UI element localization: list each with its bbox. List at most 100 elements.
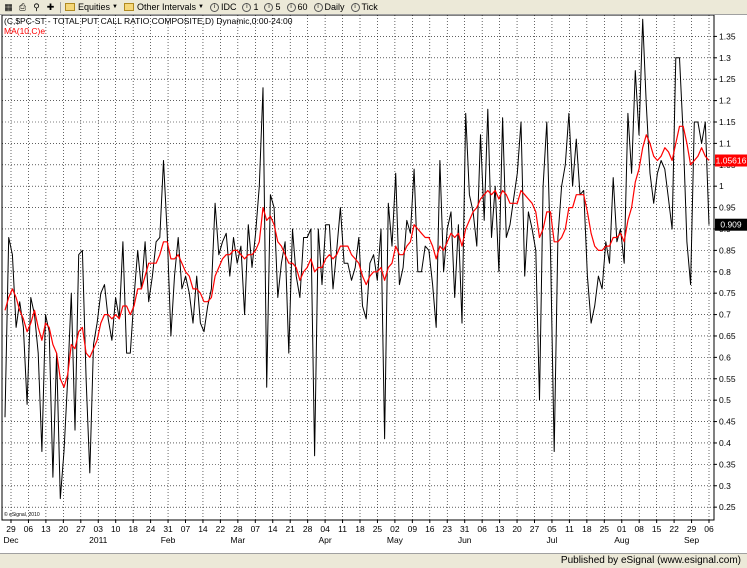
y-tick-label: 0.65 xyxy=(719,331,736,341)
x-axis: 29 06 13 20 27 03 10 18 24 31 07 14 22 28 07 14 21 28 04 11… xyxy=(3,520,714,545)
x-tick-label: 09 xyxy=(408,524,418,534)
x-tick-label: 15 xyxy=(652,524,662,534)
x-tick-label: 29 xyxy=(687,524,697,534)
x-tick-label: 29 xyxy=(6,524,16,534)
x-tick-label: 28 xyxy=(303,524,313,534)
interval-idc-button[interactable]: i IDC xyxy=(209,2,237,12)
circle-i-icon: i xyxy=(209,2,219,12)
y-tick-label: 0.85 xyxy=(719,245,736,255)
x-tick-label: 21 xyxy=(285,524,295,534)
x-tick-label: 06 xyxy=(477,524,487,534)
x-tick-label: 18 xyxy=(582,524,592,534)
circle-i-icon: i xyxy=(350,2,360,12)
circle-i-icon: i xyxy=(242,2,252,12)
chart-subtitle: MA(10,C)e xyxy=(4,26,45,36)
equities-label: Equities xyxy=(78,2,111,12)
x-tick-label: 25 xyxy=(600,524,610,534)
x-month-label: Jul xyxy=(547,535,558,545)
y-tick-label: 0.55 xyxy=(719,374,736,384)
toolbar-divider xyxy=(60,1,61,13)
plot-area xyxy=(2,15,714,520)
y-tick-label: 1 xyxy=(719,181,724,191)
crosshair-plus-icon[interactable]: ✚ xyxy=(45,2,56,13)
interval-1-button[interactable]: i 1 xyxy=(242,2,258,12)
x-tick-label: 27 xyxy=(76,524,86,534)
y-tick-label: 0.75 xyxy=(719,288,736,298)
last-value-labels: 1.05616 0.909 xyxy=(715,154,747,231)
x-month-label: May xyxy=(387,535,404,545)
interval-tick-label: Tick xyxy=(361,2,378,12)
x-tick-label: 05 xyxy=(547,524,557,534)
y-tick-label: 1.15 xyxy=(719,117,736,127)
x-tick-label: 23 xyxy=(443,524,453,534)
x-tick-label: 28 xyxy=(233,524,243,534)
circle-i-icon: i xyxy=(313,2,323,12)
y-tick-label: 0.6 xyxy=(719,352,731,362)
interval-60-label: 60 xyxy=(297,2,308,12)
circle-i-icon: i xyxy=(264,2,274,12)
publisher-text: Published by eSignal (www.esignal.com) xyxy=(560,555,741,566)
folder-icon xyxy=(65,3,75,11)
watermark: © eSignal, 2010 xyxy=(4,511,40,518)
interval-5-button[interactable]: i 5 xyxy=(264,2,281,12)
x-tick-label: 22 xyxy=(669,524,679,534)
y-axis: 1.351.31.251.21.151.11.0510.950.90.850.8… xyxy=(714,31,736,512)
x-tick-label: 02 xyxy=(390,524,400,534)
x-month-label: 2011 xyxy=(89,535,108,545)
other-intervals-label: Other Intervals xyxy=(136,2,197,12)
x-tick-label: 11 xyxy=(338,524,347,534)
interval-1-label: 1 xyxy=(253,2,259,12)
interval-tick-button[interactable]: i Tick xyxy=(350,2,378,12)
toolbar: ▦ ⎙ ⚲ ✚ Equities ▼ Other Intervals ▼ i I… xyxy=(0,0,747,15)
y-tick-label: 0.45 xyxy=(719,417,736,427)
x-month-label: Aug xyxy=(614,535,629,545)
last-value-label: 0.909 xyxy=(720,220,742,230)
folder-icon xyxy=(123,3,134,11)
x-tick-label: 20 xyxy=(512,524,522,534)
other-intervals-dropdown[interactable]: Other Intervals ▼ xyxy=(123,2,204,12)
x-month-label: Apr xyxy=(318,535,331,545)
y-tick-label: 0.35 xyxy=(719,459,736,469)
x-tick-label: 20 xyxy=(59,524,69,534)
x-tick-label: 25 xyxy=(373,524,383,534)
chart-title: (C,$PC-ST - TOTAL PUT CALL RATIO COMPOSI… xyxy=(4,16,293,26)
price-chart[interactable]: 1.351.31.251.21.151.11.0510.950.90.850.8… xyxy=(0,15,747,553)
y-tick-label: 1.3 xyxy=(719,53,731,63)
interval-daily-button[interactable]: i Daily xyxy=(313,2,345,12)
y-tick-label: 1.25 xyxy=(719,74,736,84)
footer-bar: Published by eSignal (www.esignal.com) xyxy=(0,553,747,568)
x-tick-label: 07 xyxy=(251,524,261,534)
magnify-icon[interactable]: ⚲ xyxy=(31,2,42,13)
x-tick-label: 11 xyxy=(565,524,574,534)
x-tick-label: 03 xyxy=(94,524,104,534)
x-tick-label: 31 xyxy=(163,524,173,534)
y-tick-label: 0.5 xyxy=(719,395,731,405)
equities-dropdown[interactable]: Equities ▼ xyxy=(65,2,118,12)
dropdown-arrow-icon: ▼ xyxy=(112,4,118,10)
grid-icon[interactable]: ▦ xyxy=(3,2,14,13)
print-icon[interactable]: ⎙ xyxy=(17,2,28,13)
x-tick-label: 22 xyxy=(216,524,226,534)
x-tick-label: 06 xyxy=(24,524,34,534)
interval-5-label: 5 xyxy=(275,2,281,12)
x-month-label: Mar xyxy=(231,535,246,545)
x-tick-label: 06 xyxy=(704,524,714,534)
x-tick-label: 14 xyxy=(268,524,278,534)
y-tick-label: 0.95 xyxy=(719,203,736,213)
x-tick-label: 18 xyxy=(355,524,365,534)
x-tick-label: 13 xyxy=(495,524,505,534)
y-tick-label: 0.8 xyxy=(719,267,731,277)
y-tick-label: 1.2 xyxy=(719,96,731,106)
y-tick-label: 1.35 xyxy=(719,31,736,41)
x-tick-label: 08 xyxy=(634,524,644,534)
x-tick-label: 10 xyxy=(111,524,121,534)
x-tick-label: 13 xyxy=(41,524,51,534)
interval-idc-label: IDC xyxy=(220,2,237,12)
x-tick-label: 14 xyxy=(198,524,208,534)
x-tick-label: 24 xyxy=(146,524,156,534)
y-tick-label: 0.25 xyxy=(719,502,736,512)
dropdown-arrow-icon: ▼ xyxy=(198,4,204,10)
x-tick-label: 01 xyxy=(617,524,627,534)
x-tick-label: 16 xyxy=(425,524,435,534)
interval-60-button[interactable]: i 60 xyxy=(286,2,308,12)
